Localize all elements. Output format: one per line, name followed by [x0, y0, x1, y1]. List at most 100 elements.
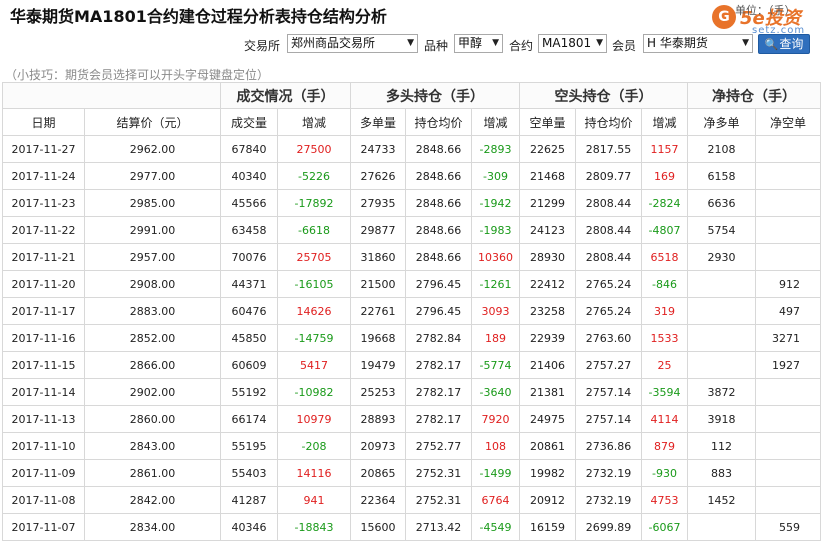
- col-header-net-long: 净多单: [687, 108, 756, 136]
- cell-short-avg-price: 2732.19: [575, 459, 642, 487]
- member-label: 会员: [612, 39, 637, 53]
- page-title: 华泰期货MA1801合约建仓过程分析表持仓结构分析: [10, 7, 387, 26]
- cell-long-change: 108: [471, 432, 520, 460]
- cell-net-short: 3271: [755, 324, 821, 352]
- cell-short-change: -930: [641, 459, 688, 487]
- cell-net-long: 2930: [687, 243, 756, 271]
- contract-select[interactable]: MA1801 ▼: [538, 34, 607, 53]
- cell-long-change: 3093: [471, 297, 520, 325]
- col-header-volume-change: 增减: [277, 108, 351, 136]
- column-header-row: 日期 结算价（元） 成交量 增减 多单量 持仓均价 增减 空单量 持仓均价 增减 净多单 净空单: [2, 108, 821, 136]
- group-header-row: 成交情况（手） 多头持仓（手） 空头持仓（手） 净持仓（手）: [2, 82, 821, 109]
- table-row: 2017-11-17 2883.00 60476 14626 22761 2796.45 3…: [2, 297, 821, 325]
- cell-settle-price: 2957.00: [84, 243, 221, 271]
- table-row: 2017-11-24 2977.00 40340 -5226 27626 2848.66-…: [2, 162, 821, 190]
- table-row: 2017-11-23 2985.00 45566 -17892 27935 2848.66…: [2, 189, 821, 217]
- cell-date: 2017-11-16: [2, 324, 85, 352]
- cell-volume: 67840: [220, 135, 278, 163]
- table-row: 2017-11-10 2843.00 55195 -208 20973 2752.77 10…: [2, 432, 821, 460]
- cell-settle-price: 2834.00: [84, 513, 221, 541]
- cell-settle-price: 2852.00: [84, 324, 221, 352]
- cell-long-avg-price: 2752.31: [405, 486, 472, 514]
- cell-short-qty: 21406: [519, 351, 576, 379]
- cell-short-avg-price: 2757.14: [575, 405, 642, 433]
- cell-short-avg-price: 2763.60: [575, 324, 642, 352]
- cell-net-short: [755, 432, 821, 460]
- group-header-short: 空头持仓（手）: [519, 82, 688, 109]
- cell-short-avg-price: 2808.44: [575, 189, 642, 217]
- cell-net-short: 912: [755, 270, 821, 298]
- cell-long-avg-price: 2782.17: [405, 405, 472, 433]
- cell-long-qty: 29877: [350, 216, 406, 244]
- cell-long-qty: 25253: [350, 378, 406, 406]
- member-select[interactable]: H 华泰期货 ▼: [643, 34, 753, 53]
- product-select[interactable]: 甲醇 ▼: [454, 34, 503, 53]
- cell-volume: 45850: [220, 324, 278, 352]
- cell-settle-price: 2991.00: [84, 216, 221, 244]
- cell-long-change: -1942: [471, 189, 520, 217]
- cell-long-avg-price: 2848.66: [405, 189, 472, 217]
- chevron-down-icon: ▼: [407, 38, 414, 48]
- cell-long-qty: 19479: [350, 351, 406, 379]
- exchange-value: 郑州商品交易所: [291, 36, 376, 50]
- cell-net-long: 883: [687, 459, 756, 487]
- unit-label: 单位：（手）: [735, 4, 796, 17]
- cell-short-avg-price: 2736.86: [575, 432, 642, 460]
- cell-long-change: 6764: [471, 486, 520, 514]
- cell-short-avg-price: 2765.24: [575, 270, 642, 298]
- cell-short-avg-price: 2809.77: [575, 162, 642, 190]
- cell-net-short: [755, 459, 821, 487]
- cell-date: 2017-11-17: [2, 297, 85, 325]
- cell-short-avg-price: 2757.14: [575, 378, 642, 406]
- cell-net-short: 1927: [755, 351, 821, 379]
- cell-net-long: [687, 297, 756, 325]
- cell-net-long: 6636: [687, 189, 756, 217]
- cell-volume: 55403: [220, 459, 278, 487]
- col-header-settle-price: 结算价（元）: [84, 108, 221, 136]
- exchange-label: 交易所: [244, 39, 281, 53]
- cell-long-avg-price: 2848.66: [405, 243, 472, 271]
- cell-volume: 60609: [220, 351, 278, 379]
- cell-volume: 63458: [220, 216, 278, 244]
- cell-settle-price: 2883.00: [84, 297, 221, 325]
- cell-date: 2017-11-10: [2, 432, 85, 460]
- cell-volume-change: 14626: [277, 297, 351, 325]
- group-header-net: 净持仓（手）: [687, 82, 821, 109]
- table-row: 2017-11-09 2861.00 55403 14116 20865 2752.31-…: [2, 459, 821, 487]
- col-header-long-change: 增减: [471, 108, 520, 136]
- group-header-blank: [2, 82, 221, 109]
- cell-net-short: [755, 135, 821, 163]
- cell-long-avg-price: 2782.17: [405, 351, 472, 379]
- cell-long-change: 10360: [471, 243, 520, 271]
- exchange-select[interactable]: 郑州商品交易所 ▼: [287, 34, 418, 53]
- cell-long-change: -1499: [471, 459, 520, 487]
- table-row: 2017-11-08 2842.00 41287 941 22364 2752.31 676…: [2, 486, 821, 514]
- cell-volume: 40346: [220, 513, 278, 541]
- cell-long-avg-price: 2848.66: [405, 162, 472, 190]
- table-row: 2017-11-15 2866.00 60609 5417 19479 2782.17 -5…: [2, 351, 821, 379]
- cell-long-qty: 22364: [350, 486, 406, 514]
- query-button[interactable]: 🔍查询: [758, 34, 810, 54]
- cell-date: 2017-11-13: [2, 405, 85, 433]
- group-header-long: 多头持仓（手）: [350, 82, 520, 109]
- cell-short-qty: 24123: [519, 216, 576, 244]
- member-value: H 华泰期货: [647, 36, 708, 50]
- cell-long-avg-price: 2782.17: [405, 378, 472, 406]
- cell-net-long: 5754: [687, 216, 756, 244]
- cell-volume-change: -14759: [277, 324, 351, 352]
- cell-volume-change: -17892: [277, 189, 351, 217]
- col-header-date: 日期: [2, 108, 85, 136]
- col-header-long-avg-price: 持仓均价: [405, 108, 472, 136]
- cell-date: 2017-11-14: [2, 378, 85, 406]
- cell-net-long: 6158: [687, 162, 756, 190]
- cell-long-change: -1261: [471, 270, 520, 298]
- cell-net-short: [755, 216, 821, 244]
- cell-long-avg-price: 2848.66: [405, 216, 472, 244]
- cell-long-qty: 21500: [350, 270, 406, 298]
- cell-volume: 45566: [220, 189, 278, 217]
- cell-date: 2017-11-27: [2, 135, 85, 163]
- cell-short-change: 6518: [641, 243, 688, 271]
- cell-volume-change: -18843: [277, 513, 351, 541]
- tip-text: （小技巧：期货会员选择可以开头字母键盘定位）: [5, 68, 270, 82]
- cell-net-long: 1452: [687, 486, 756, 514]
